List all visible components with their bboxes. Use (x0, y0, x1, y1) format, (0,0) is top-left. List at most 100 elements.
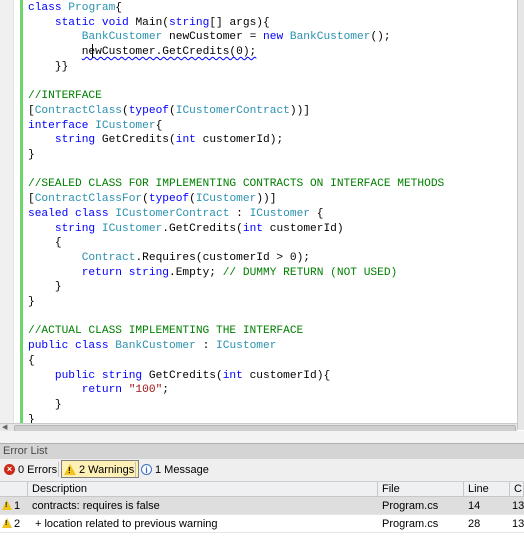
table-row[interactable]: ! 2 + location related to previous warni… (0, 515, 524, 533)
code-token: // DUMMY RETURN (NOT USED) (222, 266, 398, 279)
code-token: } (28, 413, 35, 423)
code-token: } (28, 398, 62, 411)
code-token: : (229, 207, 250, 220)
table-row[interactable]: ! 1 contracts: requires is false Program… (0, 497, 524, 515)
code-token: [ (28, 104, 35, 117)
code-line[interactable]: static void Main(string[] args){ (28, 16, 270, 30)
code-line[interactable]: Contract.Requires(customerId > 0); (28, 251, 310, 265)
code-token: typeof (128, 104, 170, 117)
code-line[interactable]: } (28, 413, 35, 423)
code-line[interactable]: public string GetCredits(int customerId)… (28, 369, 330, 383)
code-token: } (28, 149, 35, 161)
row-number: 1 (14, 500, 21, 512)
row-file: Program.cs (382, 500, 439, 512)
code-line[interactable]: [ContractClassFor(typeof(ICustomer))] (28, 192, 276, 206)
warnings-filter-label: 2 Warnings (79, 464, 135, 476)
column-header-description[interactable]: Description (28, 482, 378, 497)
code-token: public string (54, 369, 143, 382)
errors-filter-label: 0 Errors (18, 464, 58, 476)
text-caret (92, 44, 93, 58)
code-token: : (195, 340, 217, 353)
code-line[interactable]: { (28, 354, 35, 368)
row-number: 2 (14, 518, 21, 530)
code-line[interactable]: } (28, 148, 35, 162)
row-file: Program.cs (382, 518, 439, 530)
code-token: static void (54, 16, 136, 29)
column-header-column[interactable]: C (510, 482, 524, 497)
code-token: int (175, 134, 196, 147)
toolbar-separator (58, 462, 59, 477)
code-line[interactable]: sealed class ICustomerContract : ICustom… (28, 207, 323, 221)
code-token: ICustomerContract (115, 207, 230, 220)
code-token: ))] (289, 104, 311, 117)
column-header-icon[interactable] (0, 482, 28, 497)
code-line[interactable]: } (28, 295, 35, 309)
row-column: 13 (512, 500, 524, 512)
column-header-line[interactable]: Line (464, 482, 510, 497)
code-token: typeof (148, 193, 190, 206)
code-token: public class (28, 340, 116, 353)
code-token: return (81, 384, 129, 397)
code-token: customerId){ (242, 369, 331, 382)
code-line[interactable]: [ContractClass(typeof(ICustomerContract)… (28, 104, 310, 118)
code-line[interactable]: { (28, 236, 62, 250)
code-token: return string (81, 266, 169, 279)
code-token: string (54, 134, 96, 147)
code-line[interactable]: BankCustomer newCustomer = new BankCusto… (28, 30, 391, 44)
code-token: BankCustomer (81, 31, 163, 44)
code-token: customerId) (263, 222, 344, 235)
code-line[interactable]: newCustomer.GetCredits(0); (28, 45, 257, 59)
code-token: (); (370, 31, 391, 44)
code-token: .GetCredits( (162, 222, 243, 235)
code-line[interactable]: return "100"; (28, 383, 169, 397)
column-header-file[interactable]: File (378, 482, 464, 497)
code-token: .Requires(customerId > 0); (135, 251, 310, 264)
code-line[interactable]: string ICustomer.GetCredits(int customer… (28, 222, 344, 236)
vertical-scrollbar[interactable] (517, 0, 524, 430)
code-line[interactable]: interface ICustomer{ (28, 119, 162, 133)
code-token: }} (28, 60, 69, 73)
code-line[interactable]: } (28, 398, 62, 412)
code-token: ; (162, 384, 170, 397)
code-line[interactable]: public class BankCustomer : ICustomer (28, 339, 276, 353)
change-tracking-bar (20, 0, 23, 423)
row-column: 13 (512, 518, 524, 530)
code-token: interface (28, 119, 96, 132)
info-icon: i (141, 463, 152, 475)
warning-squiggle-token: newCustomer.GetCredits(0); (81, 46, 257, 59)
warning-icon: ! (2, 500, 12, 510)
messages-filter-button[interactable]: i1 Message (138, 460, 214, 478)
editor-gutter[interactable] (0, 0, 14, 423)
code-token: ICustomer (95, 119, 156, 132)
code-line[interactable]: }} (28, 60, 68, 74)
code-token: string (54, 222, 102, 235)
warnings-filter-button[interactable]: ! 2 Warnings (61, 460, 140, 478)
code-token: } (28, 296, 35, 308)
code-token: [] args){ (209, 16, 270, 29)
error-icon: × (4, 463, 15, 475)
code-line[interactable]: string GetCredits(int customerId); (28, 133, 283, 147)
code-line[interactable]: //INTERFACE (28, 89, 102, 103)
code-line[interactable]: //ACTUAL CLASS IMPLEMENTING THE INTERFAC… (28, 324, 303, 338)
code-token: string (169, 16, 210, 29)
errors-filter-button[interactable]: × 0 Errors (1, 460, 62, 478)
code-token: ( (169, 104, 176, 117)
error-list-title: Error List (3, 445, 48, 457)
warning-icon: ! (2, 518, 12, 528)
error-list-table: Description File Line C ! 1 contracts: r… (0, 482, 524, 541)
code-token: GetCredits( (142, 369, 223, 382)
error-list-titlebar[interactable]: Error List (0, 443, 524, 460)
code-token: Contract (81, 251, 136, 264)
code-token: int (242, 222, 264, 235)
code-line[interactable]: //SEALED CLASS FOR IMPLEMENTING CONTRACT… (28, 177, 444, 191)
code-line[interactable]: } (28, 280, 62, 294)
code-line[interactable]: class Program{ (28, 1, 122, 15)
code-editor[interactable]: class Program{ static void Main(string[]… (0, 0, 517, 423)
code-line[interactable]: return string.Empty; // DUMMY RETURN (NO… (28, 266, 398, 280)
